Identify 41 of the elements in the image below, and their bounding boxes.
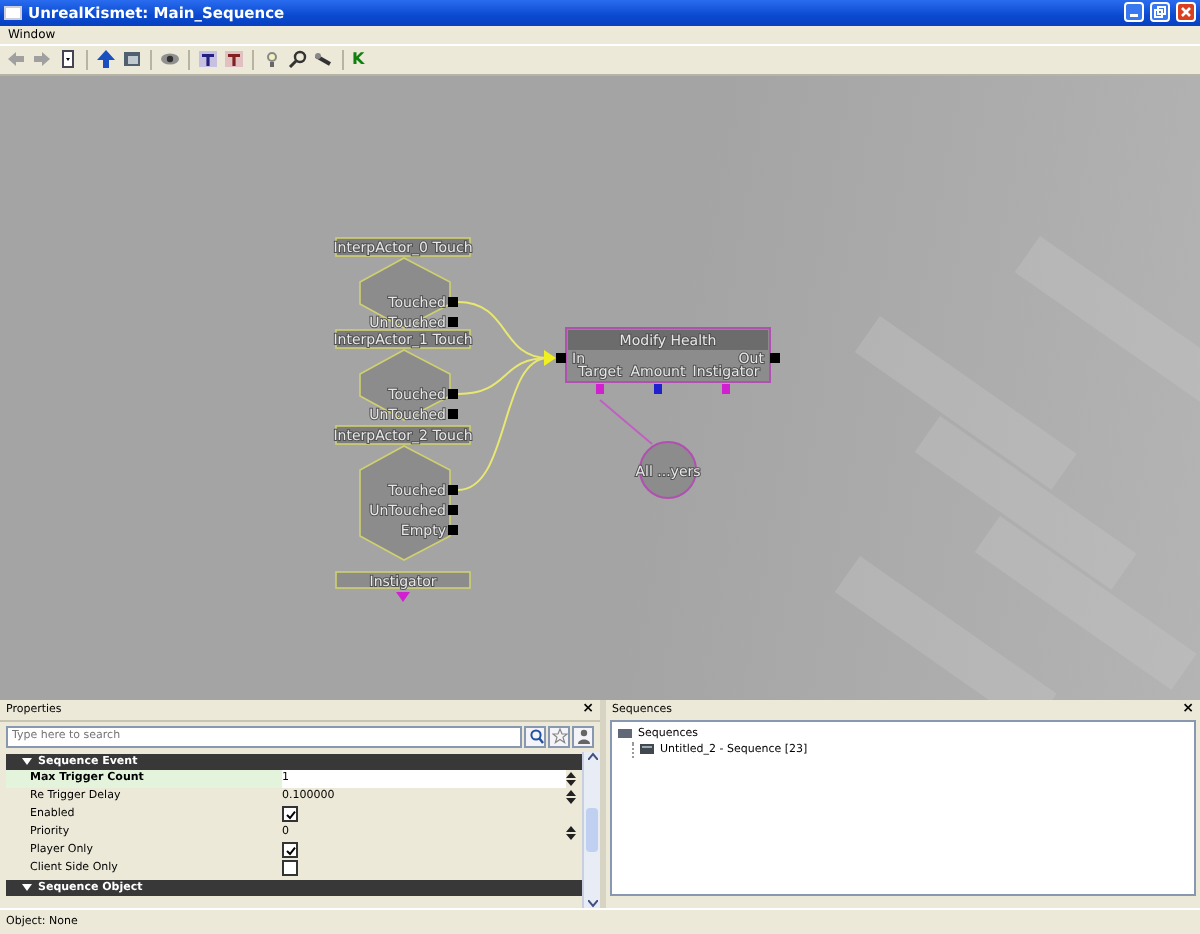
folder-icon (618, 728, 632, 738)
k-button[interactable]: K (352, 50, 365, 69)
scroll-up-icon (587, 751, 597, 759)
close-icon (1180, 6, 1192, 19)
minimize-button[interactable] (1124, 2, 1144, 23)
text-tool-icon[interactable] (224, 50, 244, 69)
checkbox[interactable] (282, 842, 298, 858)
link-wire (599, 398, 653, 445)
search-icon (527, 728, 543, 744)
spinner-arrows-icon (566, 771, 576, 785)
output-port[interactable] (770, 352, 780, 363)
checkbox[interactable] (282, 806, 298, 822)
person-icon (575, 728, 591, 744)
event-node-body[interactable] (359, 348, 451, 421)
scroll-down-icon (587, 900, 597, 909)
magnifier-icon[interactable] (288, 50, 308, 69)
panel-icon[interactable] (122, 50, 142, 69)
up-arrow-icon[interactable] (96, 50, 116, 69)
variable-port[interactable] (654, 383, 662, 394)
search-button[interactable] (524, 725, 546, 747)
wrench-icon[interactable] (314, 50, 334, 69)
close-button[interactable] (1176, 2, 1196, 23)
arrowhead-icon (544, 349, 556, 366)
sequence-icon (640, 744, 654, 754)
event-node-body[interactable] (359, 256, 451, 329)
checkbox[interactable] (282, 860, 298, 876)
app-icon (4, 5, 22, 20)
scrollbar[interactable] (582, 751, 600, 909)
light-bulb-icon[interactable] (262, 50, 282, 69)
dropdown-icon[interactable] (58, 50, 78, 69)
input-port[interactable] (556, 352, 566, 363)
star-button[interactable] (548, 725, 570, 747)
restore-icon (1154, 6, 1166, 19)
person-button[interactable] (572, 725, 594, 747)
eye-icon[interactable] (160, 50, 180, 69)
spinner-arrows-icon (566, 825, 576, 839)
event-node-body[interactable] (359, 444, 451, 561)
restore-button[interactable] (1150, 2, 1170, 23)
star-icon (551, 728, 567, 744)
spinner-arrows-icon (566, 789, 576, 803)
text-tool-icon[interactable] (198, 50, 218, 69)
